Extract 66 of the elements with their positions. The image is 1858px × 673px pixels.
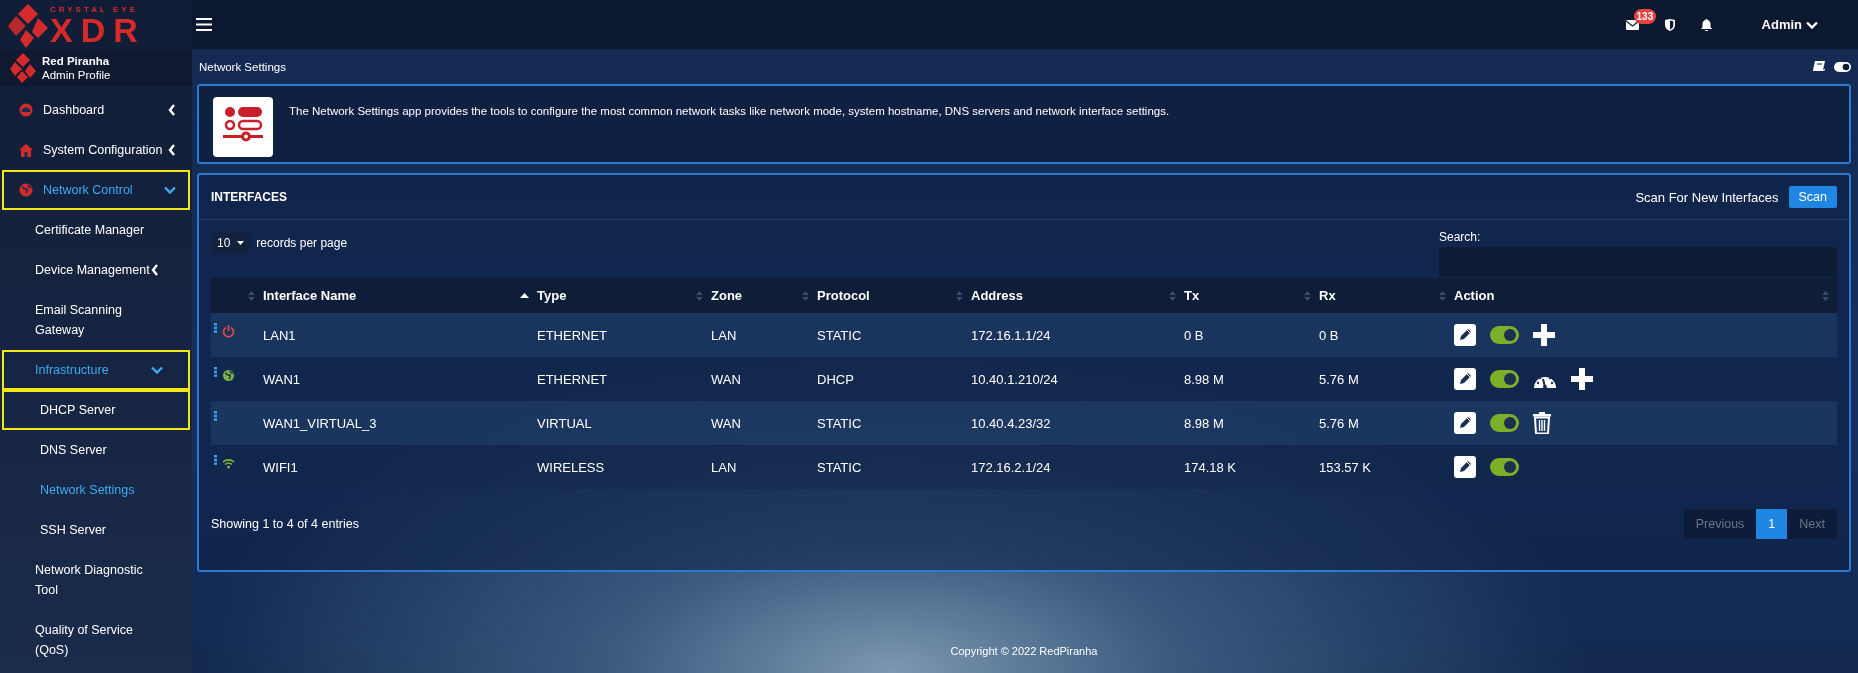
column-header[interactable]: Address (971, 288, 1184, 303)
column-header[interactable]: Type (537, 288, 711, 303)
column-header[interactable]: Rx (1319, 288, 1454, 303)
nav-item[interactable]: Device Management (2, 250, 190, 290)
notification-badge: 133 (1633, 8, 1657, 24)
profile-name: Red Piranha (42, 54, 111, 68)
table-cell: 0 B (1319, 327, 1339, 343)
column-header[interactable]: Action (1454, 288, 1837, 303)
table-cell: 174.18 K (1184, 459, 1237, 475)
table-cell: 8.98 M (1184, 371, 1224, 387)
table-cell: WAN (711, 415, 741, 431)
scan-button[interactable]: Scan (1788, 186, 1837, 208)
table-cell: STATIC (817, 415, 862, 431)
brand-name: XDR (50, 14, 146, 46)
search-label: Search: (1439, 230, 1482, 244)
table-cell: 5.76 M (1319, 415, 1359, 431)
nav-item[interactable]: DHCP Server (2, 390, 190, 430)
page-size-label: records per page (256, 236, 348, 250)
brand-tagline: CRYSTAL EYE (50, 6, 139, 14)
table-cell: 8.98 M (1184, 415, 1224, 431)
table-cell: DHCP (817, 371, 854, 387)
table-cell: ETHERNET (537, 371, 608, 387)
column-header[interactable]: Tx (1184, 288, 1319, 303)
table-cell: 10.40.4.23/32 (971, 415, 1051, 431)
nav-item[interactable]: System Configuration (2, 130, 190, 170)
table-cell: 153.57 K (1319, 459, 1372, 475)
info-text: The Network Settings app provides the tools to configure the most common network tasks like network mode, system hostname, DNS servers and network interface settings. (289, 105, 1170, 119)
table-cell: 172.16.2.1/24 (971, 459, 1051, 475)
table-cell: 5.76 M (1319, 371, 1359, 387)
table-cell: 0 B (1184, 327, 1204, 343)
nav-item[interactable]: Network Diagnostic Tool (2, 550, 190, 610)
nav-item[interactable]: Infrastructure (2, 350, 190, 390)
table-cell: WAN1_VIRTUAL_3 (263, 415, 377, 431)
nav-item[interactable]: Network Settings (2, 470, 190, 510)
column-header[interactable]: Zone (711, 288, 817, 303)
table-cell: 172.16.1.1/24 (971, 327, 1051, 343)
nav-item[interactable]: Dashboard (2, 90, 190, 130)
column-header[interactable]: Interface Name (263, 288, 537, 303)
table-cell: LAN (711, 327, 737, 343)
copyright-text: Copyright © 2022 RedPiranha (950, 645, 1098, 657)
nav-item[interactable]: Network Control (2, 170, 190, 210)
table-cell: VIRTUAL (537, 415, 592, 431)
profile-role: Admin Profile (42, 68, 111, 82)
table-cell: STATIC (817, 327, 862, 343)
panel-title: INTERFACES (211, 190, 287, 204)
nav-item[interactable]: DNS Server (2, 430, 190, 470)
table-cell: LAN (711, 459, 737, 475)
page-button[interactable]: 1 (1756, 509, 1788, 539)
scan-label: Scan For New Interfaces (1635, 189, 1779, 205)
entries-summary: Showing 1 to 4 of 4 entries (211, 517, 359, 531)
nav-item[interactable]: Certificate Manager (2, 210, 190, 250)
page-title: Network Settings (199, 60, 286, 73)
user-menu[interactable]: Admin (1761, 17, 1818, 32)
nav-item[interactable]: Email Scanning Gateway (2, 290, 190, 350)
table-cell: 10.40.1.210/24 (971, 371, 1058, 387)
table-cell: WIRELESS (537, 459, 605, 475)
nav-item[interactable]: SSH Server (2, 510, 190, 550)
table-cell: LAN1 (263, 327, 296, 343)
page-size-select[interactable]: 10 (211, 232, 251, 254)
table-cell: WIFI1 (263, 459, 298, 475)
table-cell: WAN (711, 371, 741, 387)
nav-item[interactable]: Quality of Service (QoS) (2, 610, 190, 670)
table-cell: STATIC (817, 459, 862, 475)
column-header[interactable]: Protocol (817, 288, 971, 303)
table-cell: ETHERNET (537, 327, 608, 343)
table-cell: WAN1 (263, 371, 301, 387)
